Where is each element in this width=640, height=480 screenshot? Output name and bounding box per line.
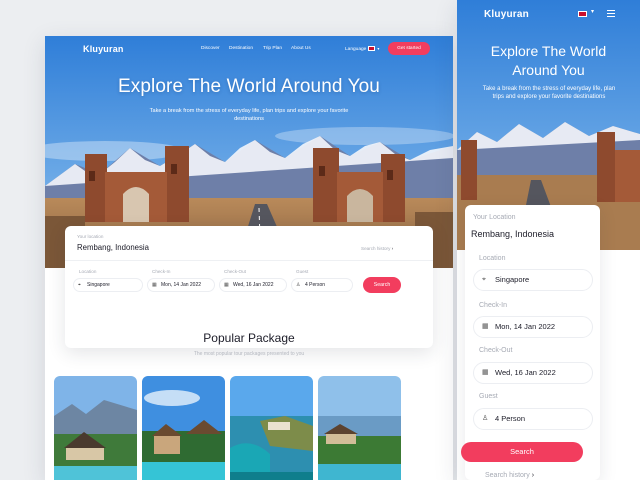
mobile-hero-title-line2: Around You (512, 62, 585, 78)
pin-icon: ⌖ (78, 282, 81, 288)
check-out-field[interactable]: ▦ Wed, 16 Jan 2022 (219, 278, 287, 292)
top-nav: Kluyuran Discover Destination Trip Plan … (45, 36, 453, 64)
divider (65, 260, 433, 261)
mobile-search-card: Your Location Rembang, Indonesia Locatio… (461, 205, 600, 480)
search-history-link[interactable]: Search history › (361, 246, 393, 251)
desktop-mockup: Kluyuran Discover Destination Trip Plan … (45, 36, 453, 480)
mobile-your-location-value[interactable]: Rembang, Indonesia (471, 229, 554, 239)
pin-icon: ⌖ (482, 276, 486, 283)
mobile-search-button[interactable]: Search (461, 442, 583, 462)
chevron-right-icon: › (531, 472, 535, 479)
popular-package-subtitle: The most popular tour packages presented… (193, 351, 305, 357)
chevron-right-icon: › (391, 246, 394, 251)
your-location-value[interactable]: Rembang, Indonesia (77, 243, 149, 252)
mobile-check-in-value: Mon, 14 Jan 2022 (495, 322, 556, 331)
calendar-icon: ▦ (482, 369, 489, 376)
calendar-icon: ▦ (152, 282, 157, 288)
search-card: Your location Rembang, Indonesia Search … (65, 226, 433, 348)
chevron-down-icon[interactable]: ▾ (591, 8, 594, 15)
hero-title: Explore The World Around You (118, 76, 380, 97)
mobile-hero-title-line1: Explore The World (490, 43, 607, 59)
calendar-icon: ▦ (482, 323, 489, 330)
check-out-label: Check-Out (224, 269, 246, 274)
mobile-location-field[interactable]: ⌖ Singapore (473, 269, 593, 291)
mobile-guest-value: 4 Person (495, 414, 526, 423)
location-field-value: Singapore (87, 282, 110, 288)
mobile-check-out-label: Check-Out (479, 347, 513, 354)
nav-link-destination[interactable]: Destination (229, 46, 253, 51)
package-card[interactable] (318, 376, 401, 480)
mobile-check-out-field[interactable]: ▦ Wed, 16 Jan 2022 (473, 362, 593, 384)
uk-flag-icon[interactable] (578, 11, 587, 17)
hero-subtitle: Take a break from the stress of everyday… (149, 108, 349, 122)
hamburger-menu-icon[interactable] (607, 10, 615, 19)
mobile-mockup: Kluyuran ▾ Explore The World Around You … (457, 0, 640, 480)
user-icon: ♙ (482, 415, 489, 422)
package-card[interactable] (142, 376, 225, 480)
mobile-hero-subtitle: Take a break from the stress of everyday… (482, 86, 616, 100)
calendar-icon: ▦ (224, 282, 229, 288)
mobile-location-label: Location (479, 255, 506, 262)
uk-flag-icon (368, 46, 376, 52)
user-icon: ♙ (296, 282, 301, 288)
check-in-label: Check-In (152, 269, 171, 274)
guest-value: 4 Person (305, 282, 326, 288)
check-out-value: Wed, 16 Jan 2022 (233, 282, 274, 288)
package-image (54, 376, 137, 480)
mobile-hero-title: Explore The World Around You (457, 42, 640, 80)
brand-logo[interactable]: Kluyuran (83, 44, 124, 54)
mobile-check-out-value: Wed, 16 Jan 2022 (495, 368, 556, 377)
mobile-search-history-label: Search history (485, 472, 530, 479)
get-started-button[interactable]: Get started (388, 42, 430, 55)
check-in-field[interactable]: ▦ Mon, 14 Jan 2022 (147, 278, 215, 292)
package-image (142, 376, 225, 480)
search-button[interactable]: Search (363, 277, 401, 293)
package-image (318, 376, 401, 480)
language-label: Language (345, 47, 367, 52)
location-field[interactable]: ⌖ Singapore (73, 278, 143, 292)
chevron-down-icon: ▾ (377, 46, 380, 51)
nav-link-trip-plan[interactable]: Trip Plan (263, 46, 282, 51)
package-image (230, 376, 313, 480)
check-in-value: Mon, 14 Jan 2022 (161, 282, 202, 288)
mobile-guest-label: Guest (479, 393, 498, 400)
package-card[interactable] (54, 376, 137, 480)
mobile-search-history-link[interactable]: Search history › (485, 472, 534, 479)
location-field-label: Location (79, 269, 97, 274)
mobile-guest-field[interactable]: ♙ 4 Person (473, 408, 593, 430)
language-selector[interactable]: Language ▾ (345, 46, 379, 52)
mobile-location-value: Singapore (495, 275, 530, 284)
guest-field[interactable]: ♙ 4 Person (291, 278, 353, 292)
mobile-check-in-label: Check-In (479, 302, 508, 309)
package-card[interactable] (230, 376, 313, 480)
nav-link-about-us[interactable]: About Us (291, 46, 311, 51)
mobile-your-location-label: Your Location (473, 214, 516, 221)
popular-package-title: Popular Package (203, 331, 295, 345)
mobile-check-in-field[interactable]: ▦ Mon, 14 Jan 2022 (473, 316, 593, 338)
guest-label: Guest (296, 269, 309, 274)
your-location-label: Your location (77, 234, 104, 239)
mobile-brand-logo[interactable]: Kluyuran (484, 9, 529, 20)
search-history-label: Search history (361, 246, 391, 251)
nav-link-discover[interactable]: Discover (201, 46, 220, 51)
